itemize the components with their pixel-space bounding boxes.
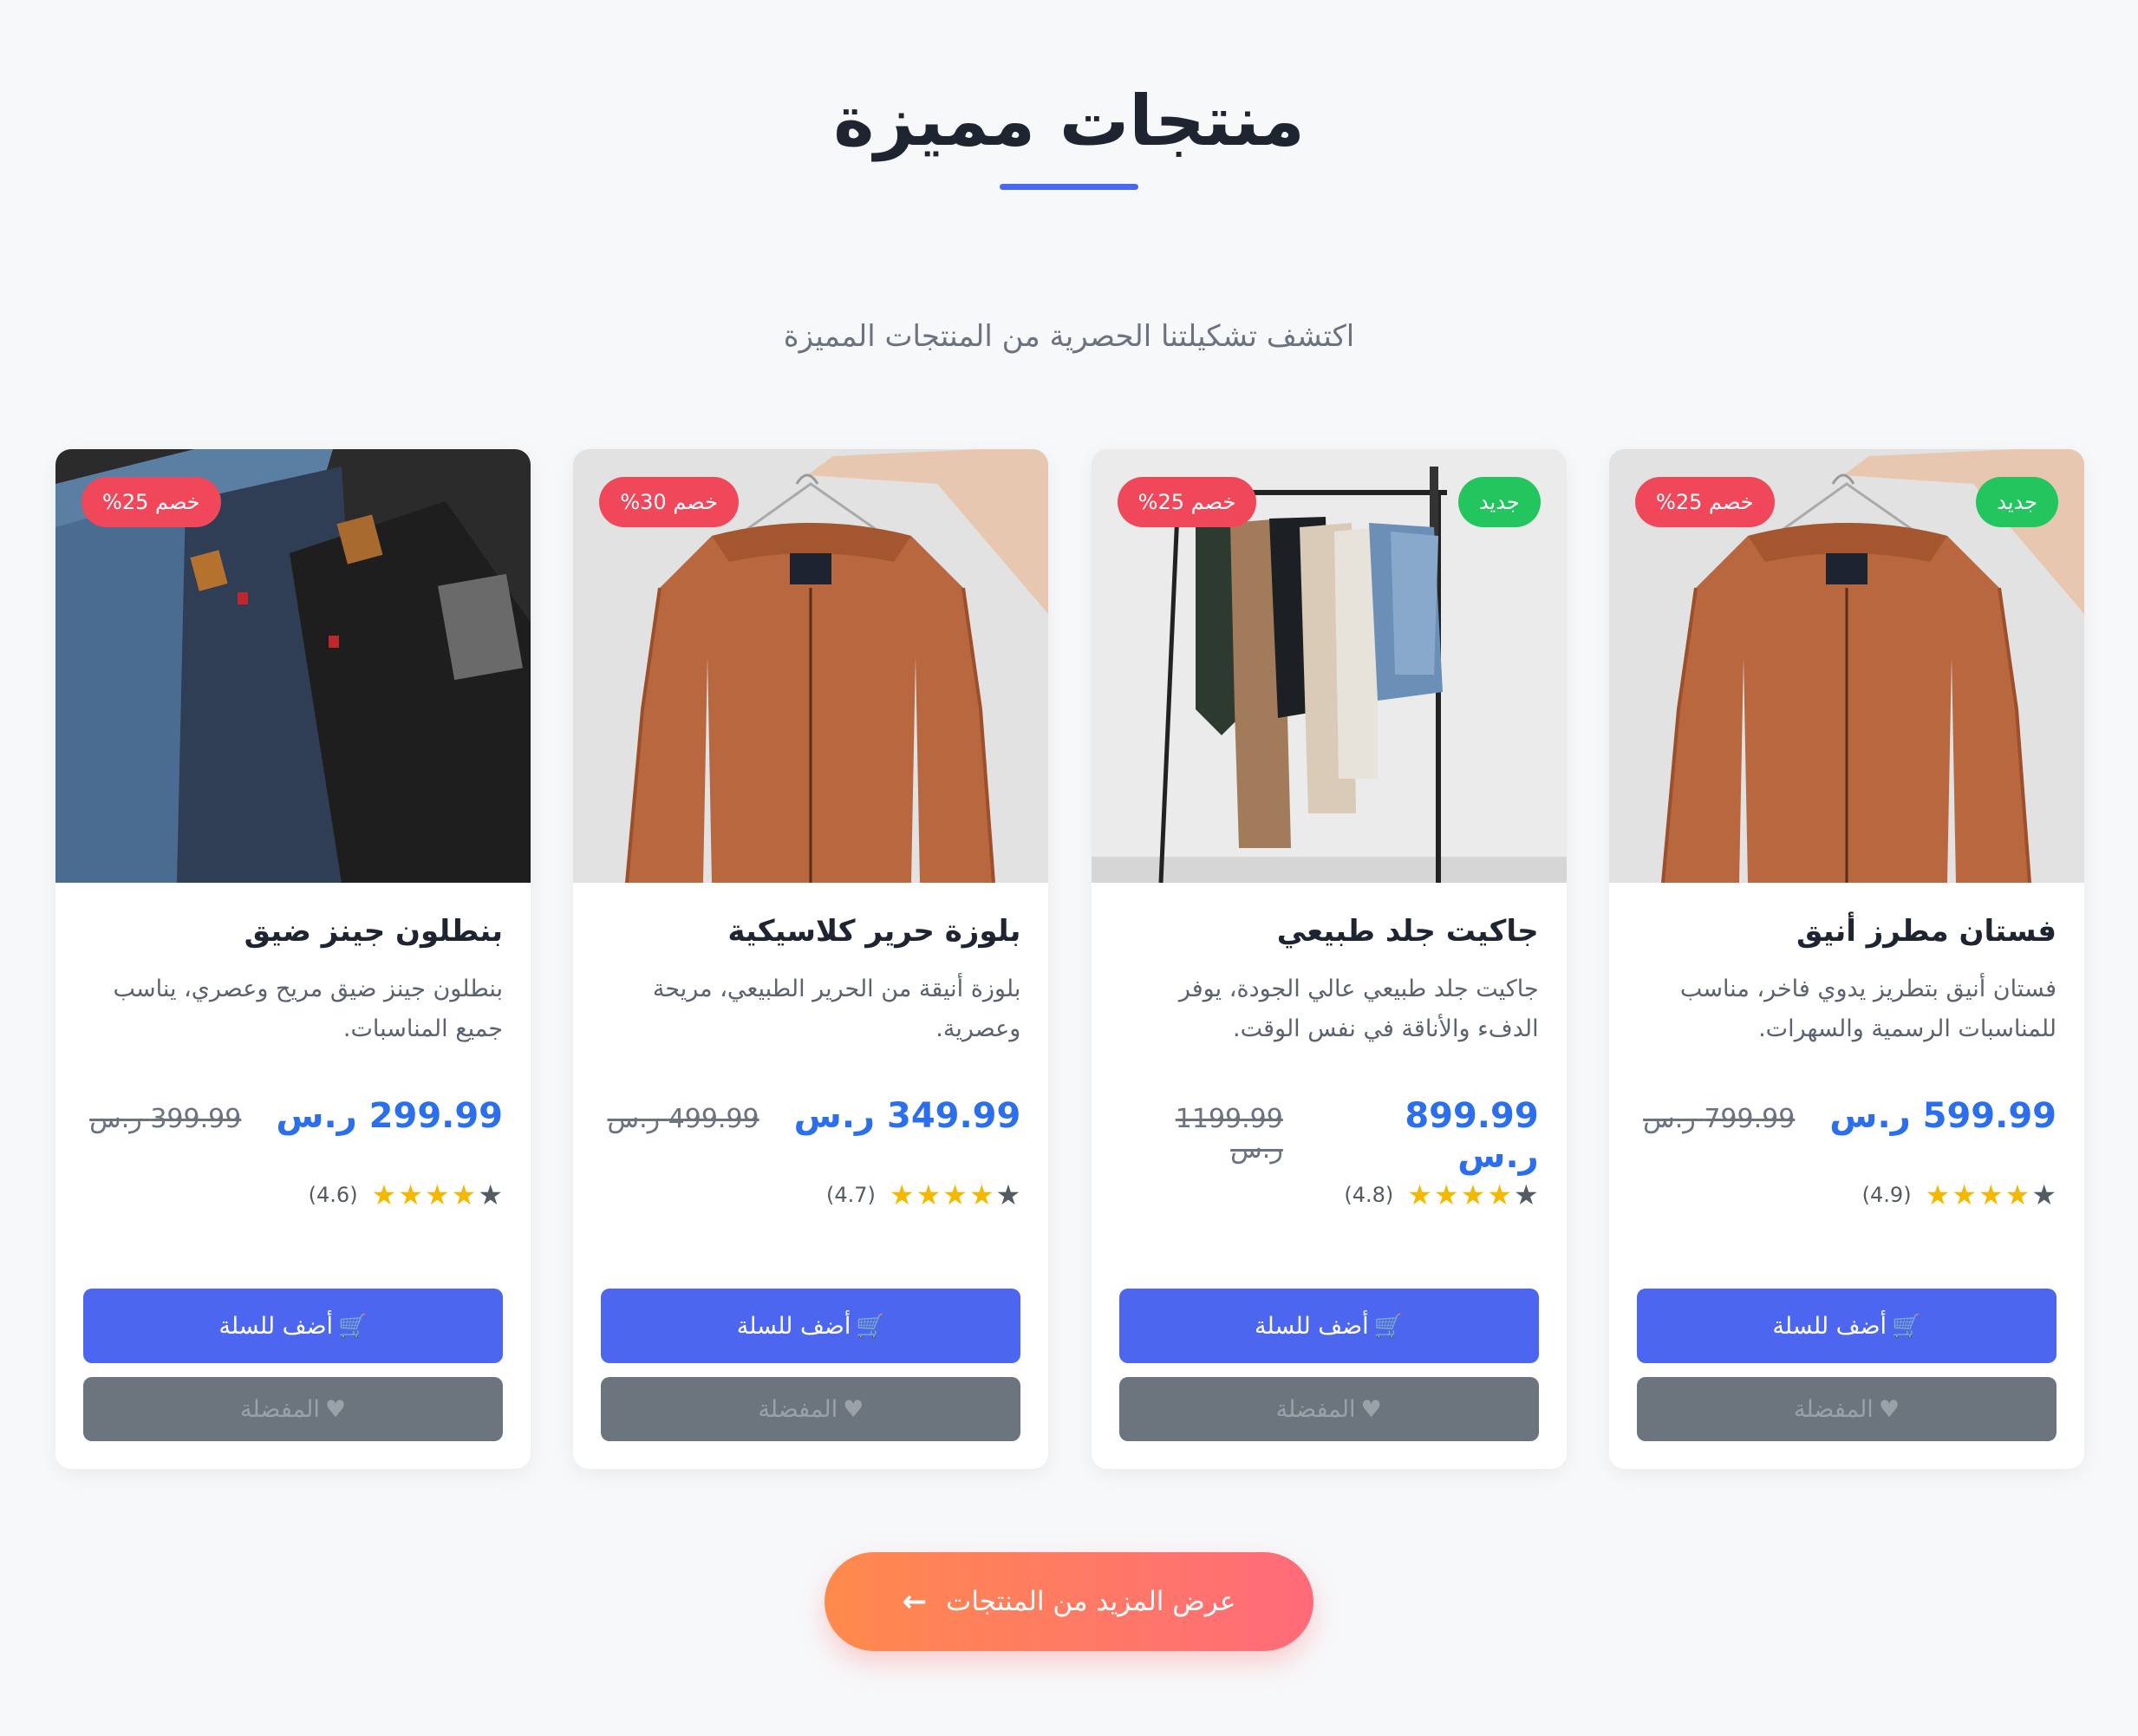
section-title: منتجات مميزة [833, 81, 1305, 161]
star-icon: ★ [1487, 1178, 1512, 1211]
add-to-cart-label: أضف للسلة [1772, 1312, 1887, 1340]
card-body: بنطلون جينز ضيق بنطلون جينز ضيق مريح وعص… [55, 883, 531, 1469]
product-title[interactable]: جاكيت جلد طبيعي [1119, 914, 1539, 949]
product-description: بنطلون جينز ضيق مريح وعصري، يناسب جميع ا… [113, 976, 504, 1042]
rating: ★ ★ ★ ★ ★ (4.8) [1119, 1178, 1539, 1211]
rating-value: (4.7) [825, 1183, 876, 1207]
product-old-price: 499.99 ر.س [607, 1104, 759, 1134]
product-old-price: 799.99 ر.س [1643, 1104, 1796, 1134]
product-price: 599.99 ر.س [1829, 1096, 2057, 1136]
new-badge: جديد [1457, 477, 1541, 527]
discount-badge: خصم 25% [1635, 477, 1775, 527]
card-body: جاكيت جلد طبيعي جاكيت جلد طبيعي عالي الج… [1092, 883, 1567, 1469]
add-to-cart-button[interactable]: 🛒 أضف للسلة [83, 1289, 504, 1363]
add-to-cart-label: أضف للسلة [736, 1312, 851, 1340]
title-underline [1000, 184, 1138, 190]
rating: ★ ★ ★ ★ ★ (4.9) [1637, 1181, 2057, 1209]
heart-icon: ♥ [843, 1395, 864, 1423]
product-card[interactable]: خصم 25% بنطلون جينز ضيق بنطلون جينز ضيق … [55, 449, 531, 1469]
product-price: 899.99 ر.س [1405, 1096, 1539, 1176]
heart-icon: ♥ [1878, 1395, 1900, 1423]
card-body: فستان مطرز أنيق فستان أنيق بتطريز يدوي ف… [1609, 883, 2084, 1469]
favorite-label: المفضلة [1793, 1395, 1874, 1423]
star-icon: ★ [1925, 1178, 1951, 1211]
product-image[interactable]: خصم 25% [55, 449, 531, 883]
product-price: 299.99 ر.س [276, 1096, 504, 1136]
discount-badge: خصم 25% [1117, 477, 1257, 527]
product-price: 349.99 ر.س [793, 1096, 1021, 1136]
favorite-button[interactable]: ♥ المفضلة [83, 1377, 504, 1441]
star-icon: ★ [1433, 1178, 1459, 1211]
view-more-label: عرض المزيد من المنتجات [946, 1586, 1236, 1617]
view-more-button[interactable]: عرض المزيد من المنتجات ← [825, 1552, 1313, 1651]
favorite-button[interactable]: ♥ المفضلة [601, 1377, 1021, 1441]
new-badge: جديد [1976, 477, 2058, 527]
star-icon: ★ [2004, 1178, 2030, 1211]
star-icon: ★ [424, 1178, 450, 1211]
discount-badge: خصم 30% [599, 477, 739, 527]
favorite-label: المفضلة [758, 1395, 838, 1423]
price-row: 349.99 ر.س 499.99 ر.س [601, 1096, 1020, 1136]
add-to-cart-button[interactable]: 🛒 أضف للسلة [601, 1289, 1021, 1363]
star-icon: ★ [478, 1178, 504, 1211]
product-description: جاكيت جلد طبيعي عالي الجودة، يوفر الدفء … [1178, 976, 1539, 1042]
add-to-cart-label: أضف للسلة [218, 1312, 334, 1340]
star-icon: ★ [1407, 1178, 1432, 1211]
price-row: 899.99 ر.س 1199.99 ر.س [1119, 1096, 1539, 1176]
favorite-button[interactable]: ♥ المفضلة [1637, 1377, 2057, 1441]
product-description: فستان أنيق بتطريز يدوي فاخر، مناسب للمنا… [1679, 976, 2057, 1042]
favorite-label: المفضلة [1275, 1395, 1356, 1423]
arrow-left-icon: ← [902, 1584, 928, 1619]
product-card[interactable]: خصم 25% جديد جاكيت جلد طبيعي جاكيت جلد ط… [1091, 449, 1567, 1469]
product-card[interactable]: خصم 30% بلوزة حرير كلاسيكية بلوزة أنيقة … [573, 449, 1049, 1469]
star-icon: ★ [1460, 1178, 1486, 1211]
product-grid: خصم 25% جديد فستان مطرز أنيق فستان أنيق … [55, 449, 2084, 1469]
product-image[interactable]: خصم 25% جديد [1609, 449, 2084, 883]
favorite-button[interactable]: ♥ المفضلة [1118, 1377, 1539, 1441]
star-icon: ★ [451, 1178, 477, 1211]
section-subtitle: اكتشف تشكيلتنا الحصرية من المنتجات الممي… [783, 319, 1355, 354]
cart-icon: 🛒 [1892, 1313, 1921, 1340]
product-old-price: 399.99 ر.س [89, 1104, 242, 1134]
cart-icon: 🛒 [856, 1313, 885, 1340]
add-to-cart-button[interactable]: 🛒 أضف للسلة [1637, 1289, 2057, 1363]
add-to-cart-label: أضف للسلة [1255, 1312, 1369, 1340]
product-description: بلوزة أنيقة من الحرير الطبيعي، مريحة وعص… [652, 976, 1021, 1042]
add-to-cart-button[interactable]: 🛒 أضف للسلة [1118, 1289, 1539, 1363]
star-icon: ★ [1978, 1178, 2004, 1211]
favorite-label: المفضلة [240, 1395, 320, 1423]
heart-icon: ♥ [1360, 1395, 1382, 1423]
discount-badge: خصم 25% [81, 477, 221, 527]
heart-icon: ♥ [324, 1395, 347, 1423]
product-title[interactable]: فستان مطرز أنيق [1637, 914, 2057, 949]
rating: ★ ★ ★ ★ ★ (4.6) [83, 1181, 503, 1209]
star-icon: ★ [1952, 1178, 1977, 1211]
price-row: 599.99 ر.س 799.99 ر.س [1637, 1096, 2057, 1136]
star-icon: ★ [889, 1178, 915, 1211]
cart-icon: 🛒 [338, 1313, 368, 1340]
star-icon: ★ [968, 1178, 994, 1211]
product-image[interactable]: خصم 25% جديد [1091, 449, 1567, 883]
star-icon: ★ [1513, 1178, 1539, 1211]
product-old-price: 1199.99 ر.س [1175, 1104, 1283, 1165]
rating-value: (4.8) [1344, 1183, 1394, 1207]
rating-value: (4.6) [308, 1183, 358, 1207]
price-row: 299.99 ر.س 399.99 ر.س [83, 1096, 503, 1136]
cart-icon: 🛒 [1373, 1313, 1404, 1340]
star-icon: ★ [942, 1178, 968, 1211]
product-card[interactable]: خصم 25% جديد فستان مطرز أنيق فستان أنيق … [1609, 449, 2084, 1469]
star-icon: ★ [371, 1178, 397, 1211]
star-icon: ★ [2031, 1178, 2057, 1211]
product-image[interactable]: خصم 30% [573, 449, 1049, 883]
rating-value: (4.9) [1861, 1183, 1912, 1207]
star-icon: ★ [995, 1178, 1021, 1211]
product-title[interactable]: بلوزة حرير كلاسيكية [601, 914, 1020, 949]
rating: ★ ★ ★ ★ ★ (4.7) [601, 1181, 1020, 1209]
star-icon: ★ [916, 1178, 942, 1211]
star-icon: ★ [398, 1178, 423, 1211]
card-body: بلوزة حرير كلاسيكية بلوزة أنيقة من الحري… [573, 883, 1048, 1469]
product-title[interactable]: بنطلون جينز ضيق [83, 914, 503, 949]
